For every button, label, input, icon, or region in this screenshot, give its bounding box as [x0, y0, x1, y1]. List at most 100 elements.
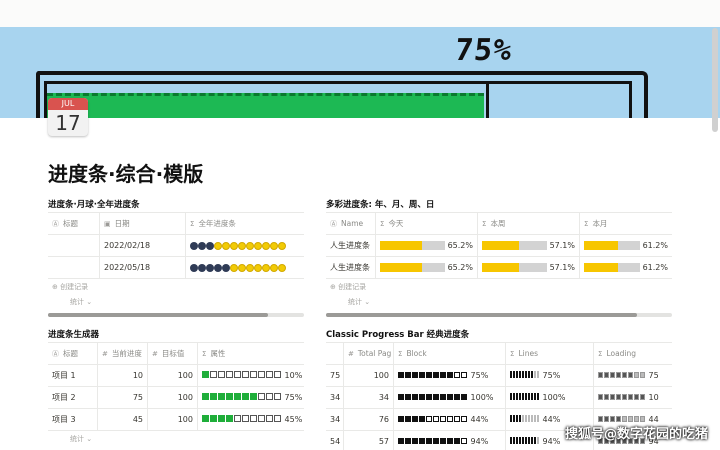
cell-date[interactable]: 2022/02/18 — [100, 235, 186, 256]
cell-title[interactable] — [48, 235, 100, 256]
progress-cell — [440, 394, 446, 400]
cell-total[interactable]: 57 — [344, 431, 394, 450]
cell-current[interactable]: 75 — [98, 387, 148, 408]
checkbox-cell — [258, 415, 265, 422]
header-cell[interactable]: # Total Pag — [344, 343, 394, 364]
cell-target[interactable]: 100 — [148, 409, 198, 430]
progress-cell — [610, 416, 615, 422]
formula-icon: Σ — [584, 219, 589, 228]
table-title[interactable]: 多彩进度条: 年、月、周、日 — [326, 198, 672, 212]
top-bar — [0, 0, 720, 27]
cell-title[interactable]: 项目 2 — [48, 387, 98, 408]
moon-dot-light — [222, 241, 230, 250]
progress-cell — [447, 394, 453, 400]
table-row[interactable]: 2022/05/18 — [48, 257, 304, 279]
table-title[interactable]: 进度条·月球·全年进度条 — [48, 198, 304, 212]
formula-icon: Σ — [202, 349, 207, 358]
table-row[interactable]: 75 100 75% 75% 75 — [326, 365, 672, 387]
header-cell[interactable]: Ⓐ 标题 — [48, 343, 98, 364]
number-icon: # — [152, 349, 158, 358]
stats-button[interactable]: 统计 ⌄ — [48, 431, 304, 446]
checkbox-progress — [202, 371, 282, 380]
header-cell[interactable]: Σ Block — [394, 343, 506, 364]
progress-cell — [528, 415, 530, 422]
cell-a[interactable]: 54 — [326, 431, 344, 450]
lines-progress — [510, 371, 540, 380]
today-bar — [380, 263, 445, 272]
cell-a[interactable]: 34 — [326, 409, 344, 430]
cell-name[interactable]: 人生进度条 — [326, 257, 376, 278]
scrollbar[interactable] — [712, 28, 718, 132]
header-cell[interactable]: Σ 本周 — [478, 213, 580, 234]
table-row[interactable]: 项目 2 75 100 75% — [48, 387, 304, 409]
horizontal-scrollbar[interactable] — [48, 313, 304, 317]
header-cell[interactable]: Σ 今天 — [376, 213, 478, 234]
progress-cell — [610, 372, 615, 378]
cover-percent-label: 75% — [453, 33, 515, 68]
formula-icon: Σ — [398, 349, 403, 358]
create-record-button[interactable]: ⊕ 创建记录 — [48, 279, 304, 294]
cover-image[interactable]: 75% — [0, 27, 720, 118]
checkbox-cell — [234, 393, 241, 400]
cell-target[interactable]: 100 — [148, 365, 198, 386]
text-icon: Ⓐ — [330, 219, 337, 228]
cell-total[interactable]: 76 — [344, 409, 394, 430]
moon-dot-light — [262, 241, 270, 250]
header-cell[interactable]: Ⓐ Name — [326, 213, 376, 234]
checkbox-cell — [250, 393, 257, 400]
progress-cell — [454, 416, 460, 422]
header-cell[interactable]: Σ 属性 — [198, 343, 304, 364]
table-row[interactable]: 项目 1 10 100 10% — [48, 365, 304, 387]
cell-name[interactable]: 人生进度条 — [326, 235, 376, 256]
month-bar — [584, 263, 640, 272]
table-row[interactable]: 2022/02/18 — [48, 235, 304, 257]
stats-button[interactable]: 统计 ⌄ — [326, 294, 672, 309]
header-cell[interactable]: Σ Lines — [506, 343, 594, 364]
header-cell[interactable]: Σ 全年进度条 — [186, 213, 304, 234]
header-cell[interactable]: # 当前进度 — [98, 343, 148, 364]
page-title[interactable]: 进度条·综合·模版 — [48, 158, 203, 187]
header-cell[interactable]: Ⓐ 标题 — [48, 213, 100, 234]
progress-cell — [447, 372, 453, 378]
progress-cell — [405, 438, 411, 444]
calendar-icon[interactable]: JUL 17 — [48, 98, 88, 136]
week-bar — [482, 241, 547, 250]
table-row[interactable]: 人生进度条 65.2% 57.1% 61.2% — [326, 235, 672, 257]
horizontal-scrollbar[interactable] — [326, 313, 672, 317]
cell-total[interactable]: 34 — [344, 387, 394, 408]
cell-current[interactable]: 45 — [98, 409, 148, 430]
table-title[interactable]: Classic Progress Bar 经典进度条 — [326, 328, 672, 342]
header-cell[interactable]: # 目标值 — [148, 343, 198, 364]
header-cell[interactable]: ▣ 日期 — [100, 213, 186, 234]
table-header: # Total Pag Σ Block Σ Lines Σ Loading — [326, 343, 672, 365]
progress-cell — [598, 372, 603, 378]
progress-cell — [412, 416, 418, 422]
moon-dot-light — [238, 241, 246, 250]
header-cell[interactable] — [326, 343, 344, 364]
cell-a[interactable]: 75 — [326, 365, 344, 386]
header-cell[interactable]: Σ 本月 — [580, 213, 672, 234]
cell-title[interactable]: 项目 3 — [48, 409, 98, 430]
header-cell[interactable]: Σ Loading — [594, 343, 672, 364]
create-record-button[interactable]: ⊕ 创建记录 — [326, 279, 672, 294]
cell-a[interactable]: 34 — [326, 387, 344, 408]
checkbox-cell — [218, 415, 225, 422]
cell-title[interactable]: 项目 1 — [48, 365, 98, 386]
table-row[interactable]: 34 34 100% 100% 10 — [326, 387, 672, 409]
progress-cell — [519, 371, 521, 378]
cell-total[interactable]: 100 — [344, 365, 394, 386]
cell-current[interactable]: 10 — [98, 365, 148, 386]
table-title[interactable]: 进度条生成器 — [48, 328, 304, 342]
cell-target[interactable]: 100 — [148, 387, 198, 408]
cell-date[interactable]: 2022/05/18 — [100, 257, 186, 278]
progress-cell — [525, 371, 527, 378]
cover-divider — [486, 84, 489, 118]
stats-button[interactable]: 统计 ⌄ — [48, 294, 304, 309]
table-row[interactable]: 项目 3 45 100 45% — [48, 409, 304, 431]
table-row[interactable]: 人生进度条 65.2% 57.1% 61.2% — [326, 257, 672, 279]
cell-title[interactable] — [48, 257, 100, 278]
progress-cell — [433, 394, 439, 400]
progress-cell — [616, 416, 621, 422]
progress-cell — [640, 372, 645, 378]
progress-cell — [440, 372, 446, 378]
